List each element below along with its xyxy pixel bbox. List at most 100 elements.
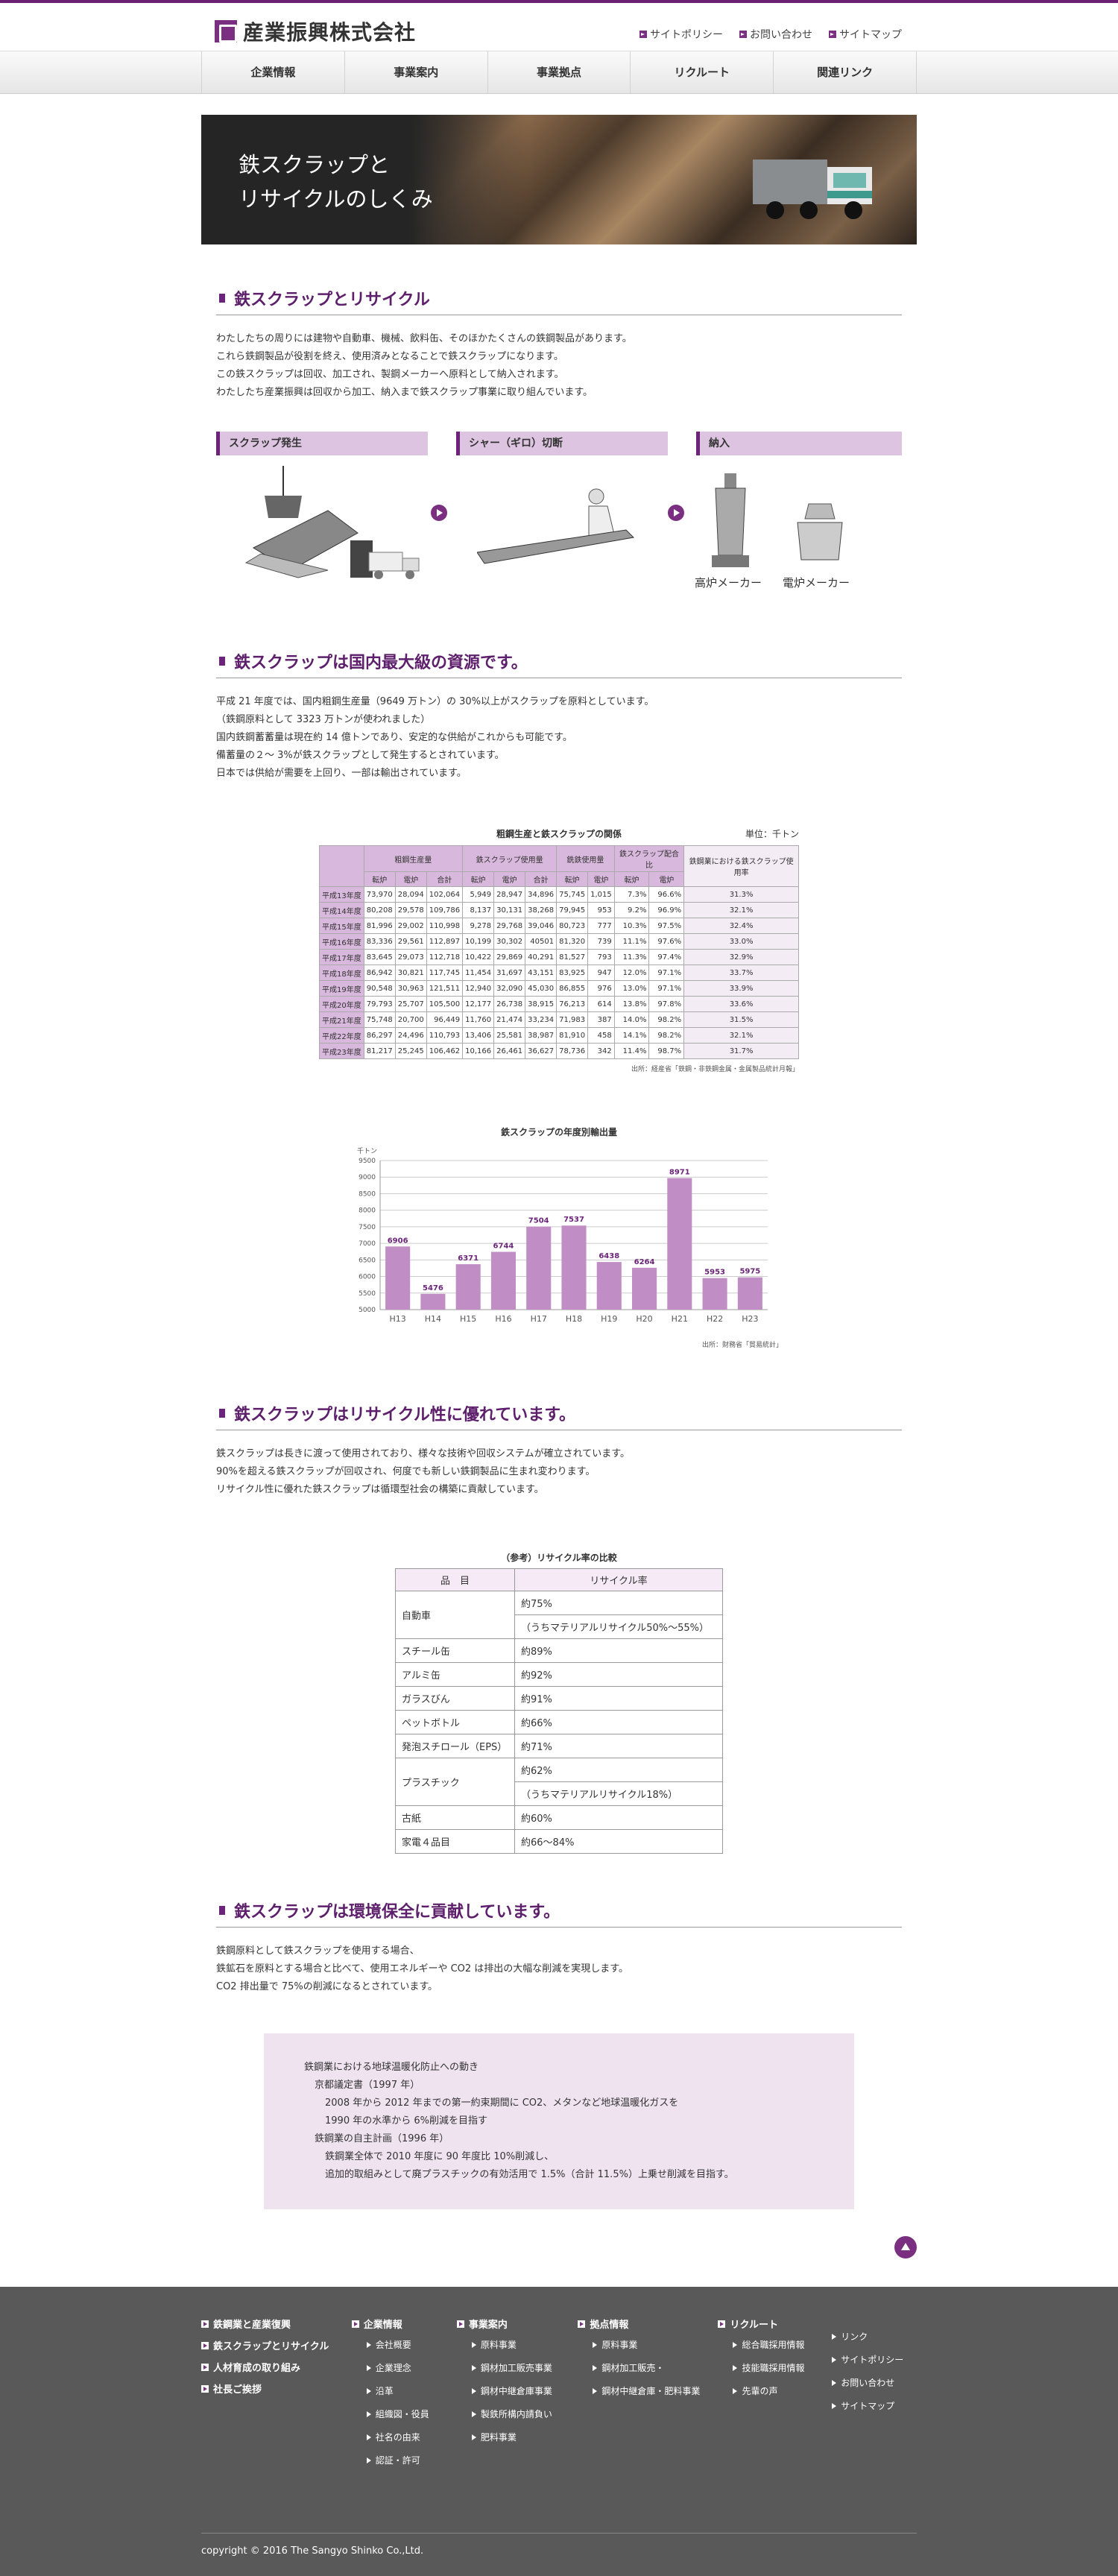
footer-heading[interactable]: リクルート (718, 2317, 820, 2331)
y-tick-label: 5000 (359, 1307, 376, 1314)
triangle-icon (471, 2341, 476, 2348)
arrow-square-icon (829, 31, 836, 38)
data-label: 8971 (669, 1169, 690, 1177)
footer-link[interactable]: 企業理念 (366, 2361, 445, 2374)
section-text: 平成 21 年度では、国内粗鋼生産量（9649 万トン）の 30%以上がスクラッ… (216, 696, 654, 779)
section-heading: 鉄スクラップは国内最大級の資源です。 (216, 649, 902, 678)
data-label: 5476 (423, 1284, 443, 1292)
hero-title: 鉄スクラップと リサイクルのしくみ (239, 152, 433, 212)
footer-link[interactable]: 会社概要 (366, 2338, 445, 2351)
footer-link[interactable]: 製鉄所構内請負い (471, 2408, 566, 2420)
triangle-icon (366, 2411, 371, 2417)
recycle-flow: スクラップ発生 シャー（ギロ）切断 納入 (216, 432, 902, 455)
footer-link[interactable]: 組織図・役員 (366, 2408, 445, 2420)
footer-link[interactable]: 社長ご挨拶 (201, 2381, 340, 2396)
production-table: 粗鋼生産量 鉄スクラップ使用量 銑鉄使用量 鉄スクラップ配合比 鉄鋼業における鉄… (319, 845, 799, 1059)
footer-link[interactable]: 鉄鋼業と産業復興 (201, 2317, 340, 2331)
triangle-icon (593, 2364, 598, 2371)
data-label: 6906 (388, 1237, 408, 1245)
triangle-icon (733, 2341, 738, 2348)
footer-link[interactable]: 人材育成の取り組み (201, 2360, 340, 2374)
arrow-square-icon (201, 2320, 209, 2328)
table-row: 平成15年度 81,996 29,002 110,998 9,278 29,768 39,0… (319, 918, 799, 934)
footer-link[interactable]: 先輩の声 (733, 2384, 820, 2397)
recycle-rate-block: （参考）リサイクル率の比較 品 目 リサイクル率 自動車 約75% （うちマテリアル… (395, 1551, 723, 1854)
chart-source: 出所：財務省「貿易統計」 (701, 1342, 783, 1349)
production-table-block: 粗鋼生産と鉄スクラップの関係 単位：千トン 粗鋼生産量 鉄スクラップ使用量 銑鉄… (319, 827, 799, 1073)
footer-heading[interactable]: 事業案内 (456, 2317, 566, 2331)
contact-link[interactable]: お問い合わせ (739, 27, 812, 42)
arrow-square-icon (351, 2320, 359, 2328)
bar (596, 1262, 622, 1310)
sitemap-link[interactable]: サイトマップ (829, 27, 902, 42)
footer-link[interactable]: サイトマップ (832, 2399, 905, 2412)
footer-link[interactable]: 鉄スクラップとリサイクル (201, 2338, 340, 2352)
footer-col-locations: 拠点情報原料事業鋼材加工販売・ 鋼材中継倉庫・肥料事業 (578, 2317, 706, 2477)
footer-link[interactable]: 鋼材中継倉庫・肥料事業 (593, 2384, 706, 2397)
heading-bar-icon (219, 1409, 225, 1418)
table-row: 家電４品目 約66～84% (395, 1829, 723, 1854)
table-row: 発泡スチロール（EPS） 約71% (395, 1734, 723, 1758)
bar (561, 1225, 587, 1310)
footer-link[interactable]: 技能職採用情報 (733, 2361, 820, 2374)
recycle-table-title: （参考）リサイクル率の比較 (501, 1553, 617, 1563)
footer-col-main: 鉄鋼業と産業復興 鉄スクラップとリサイクル 人材育成の取り組み 社長ご挨拶 (201, 2317, 340, 2477)
triangle-icon (366, 2457, 371, 2463)
triangle-icon (471, 2364, 476, 2371)
footer-link[interactable]: 肥料事業 (471, 2431, 566, 2443)
table-row: 平成16年度 83,336 29,561 112,897 10,199 30,302 405… (319, 933, 799, 950)
site-logo[interactable]: 産業振興株式会社 (215, 16, 416, 46)
bar (455, 1264, 481, 1310)
bar (632, 1267, 657, 1310)
recycle-rate-table: 品 目 リサイクル率 自動車 約75% （うちマテリアルリサイクル50%～55%）ス… (395, 1568, 723, 1854)
footer-link[interactable]: 原料事業 (471, 2338, 566, 2351)
nav-business[interactable]: 事業案内 (345, 51, 488, 93)
table-source: 出所：経産省「鉄鋼・非鉄鋼金属・金属製品統計月報」 (631, 1066, 799, 1073)
flow-illustration: 高炉メーカー 電炉メーカー (216, 455, 902, 597)
footer-link[interactable]: リンク (832, 2330, 905, 2343)
triangle-icon (733, 2364, 738, 2371)
bar (385, 1246, 411, 1310)
section-heading: 鉄スクラップは環境保全に貢献しています。 (216, 1898, 902, 1928)
heading-bar-icon (219, 294, 225, 303)
y-tick-label: 9500 (359, 1158, 376, 1165)
footer-link[interactable]: 鋼材加工販売・ (593, 2361, 706, 2374)
triangle-icon (593, 2387, 598, 2394)
footer-link[interactable]: 認証・許可 (366, 2454, 445, 2466)
page-top-button[interactable] (894, 2236, 917, 2258)
footer-link[interactable]: 沿革 (366, 2384, 445, 2397)
footer-link[interactable]: 鋼材中継倉庫事業 (471, 2384, 566, 2397)
data-label: 6264 (634, 1258, 655, 1266)
table-row: 平成13年度 73,970 28,094 102,064 5,949 28,947 34,8… (319, 886, 799, 903)
footer-heading[interactable]: 拠点情報 (578, 2317, 706, 2331)
footer-link[interactable]: お問い合わせ (832, 2376, 905, 2389)
y-tick-label: 7500 (359, 1224, 376, 1231)
y-axis-unit: 千トン (357, 1147, 377, 1155)
arrow-square-icon (718, 2320, 726, 2328)
site-policy-link[interactable]: サイトポリシー (639, 27, 723, 42)
footer-link[interactable]: 原料事業 (593, 2338, 706, 2351)
footer-heading[interactable]: 企業情報 (351, 2317, 445, 2331)
section-environment: 鉄スクラップは環境保全に貢献しています。 鉄鋼原料として鉄スクラップを使用する場… (201, 1898, 917, 2209)
table-row: 平成14年度 80,208 29,578 109,786 8,137 30,131 38,2… (319, 902, 799, 918)
hero-banner: 鉄スクラップと リサイクルのしくみ (201, 115, 917, 244)
table-row: 平成23年度 81,217 25,245 106,462 10,166 26,461 36,… (319, 1043, 799, 1059)
footer-link[interactable]: 総合職採用情報 (733, 2338, 820, 2351)
footer-col-business: 事業案内原料事業鋼材加工販売事業 鋼材中継倉庫事業 製鉄所構内請負い 肥料事業 (456, 2317, 566, 2477)
nav-links[interactable]: 関連リンク (774, 51, 917, 93)
table-row: 平成17年度 83,645 29,073 112,718 10,422 29,869 40,… (319, 949, 799, 965)
triangle-icon (366, 2387, 371, 2394)
data-label: 5975 (739, 1268, 760, 1276)
footer-col-recruit: リクルート総合職採用情報 技能職採用情報 先輩の声 (718, 2317, 820, 2477)
nav-locations[interactable]: 事業拠点 (488, 51, 631, 93)
footer-link[interactable]: サイトポリシー (832, 2353, 905, 2366)
nav-recruit[interactable]: リクルート (631, 51, 774, 93)
company-name: 産業振興株式会社 (243, 20, 417, 45)
footer-link[interactable]: 社名の由来 (366, 2431, 445, 2443)
nav-company[interactable]: 企業情報 (201, 51, 345, 93)
x-tick-label: H22 (707, 1314, 723, 1324)
flow-step-shear: シャー（ギロ）切断 (456, 432, 668, 455)
footer-link[interactable]: 鋼材加工販売事業 (471, 2361, 566, 2374)
data-label: 6744 (493, 1242, 514, 1250)
table-row: 古紙 約60% (395, 1805, 723, 1830)
